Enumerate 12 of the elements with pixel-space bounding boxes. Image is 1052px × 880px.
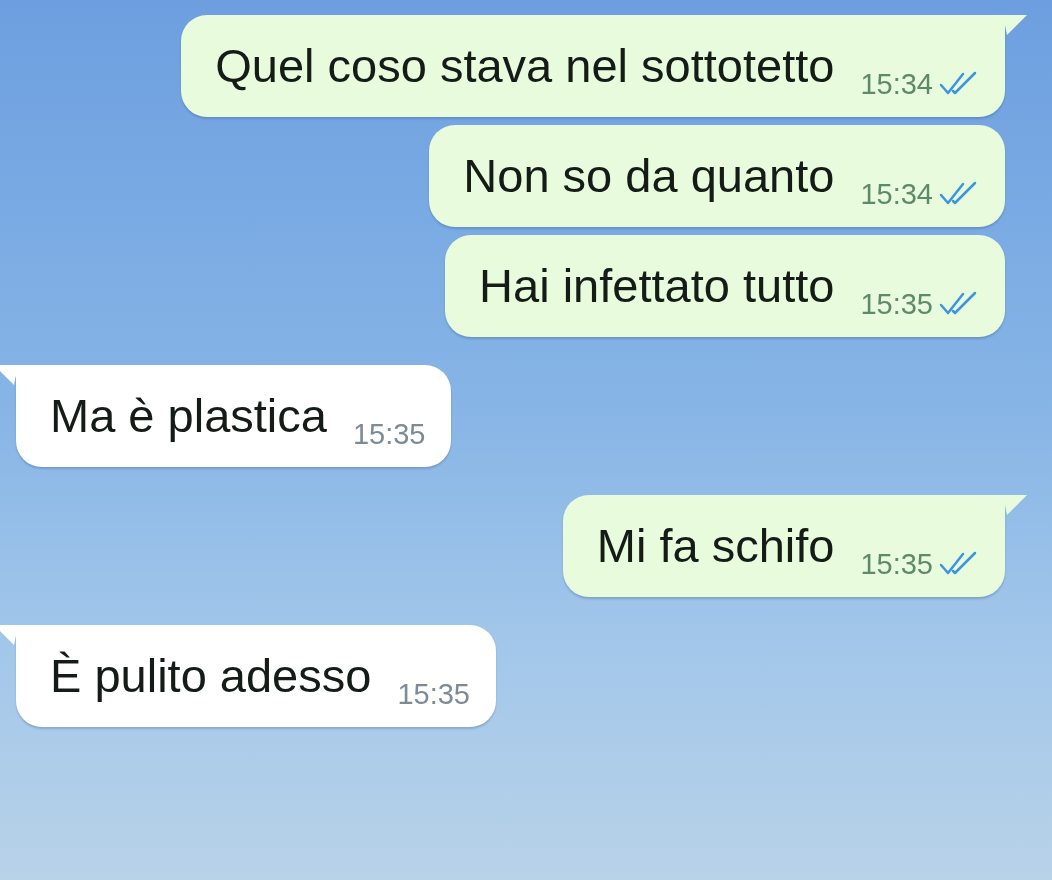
message-time: 15:35: [860, 547, 933, 581]
message-time: 15:35: [860, 287, 933, 321]
message-time: 15:34: [860, 67, 933, 101]
message-text: Mi fa schifo: [596, 518, 835, 574]
message-text: Hai infettato tutto: [479, 258, 835, 314]
message-time: 15:35: [397, 677, 470, 711]
message-text: Quel coso stava nel sottotetto: [215, 38, 835, 94]
message-text: È pulito adesso: [50, 648, 372, 704]
message-text: Non so da quanto: [463, 148, 835, 204]
message-time: 15:35: [352, 417, 426, 451]
message-time: 15:34: [860, 177, 933, 211]
message-text: Ma è plastica: [50, 388, 327, 444]
